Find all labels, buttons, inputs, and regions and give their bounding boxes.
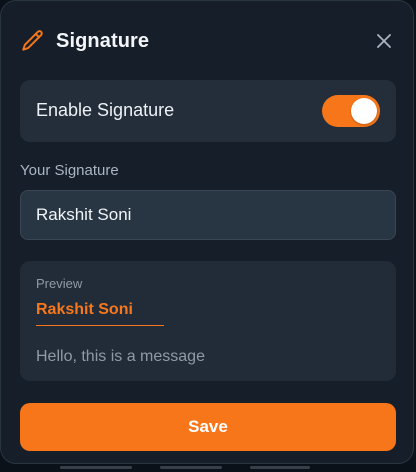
enable-signature-label: Enable Signature (36, 100, 175, 120)
signature-field-label: Your Signature (20, 162, 119, 179)
close-icon[interactable] (372, 29, 396, 53)
preview-message: Hello, this is a message (36, 348, 205, 365)
save-button[interactable]: Save (20, 403, 396, 451)
preview-signature-underline (36, 325, 164, 326)
dialog-title: Signature (56, 29, 150, 52)
toggle-knob (351, 98, 377, 124)
signature-preview: Preview Rakshit Soni Hello, this is a me… (20, 261, 396, 381)
pencil-icon (20, 28, 46, 54)
signature-dialog: Signature Enable Signature Your Signatur… (0, 0, 414, 464)
enable-signature-toggle[interactable] (322, 95, 380, 127)
obscured-background-text (60, 464, 360, 470)
dialog-header: Signature (20, 25, 396, 57)
preview-label: Preview (36, 276, 83, 291)
preview-signature: Rakshit Soni (36, 301, 133, 318)
enable-signature-row: Enable Signature (20, 80, 396, 142)
signature-input[interactable] (20, 190, 396, 240)
